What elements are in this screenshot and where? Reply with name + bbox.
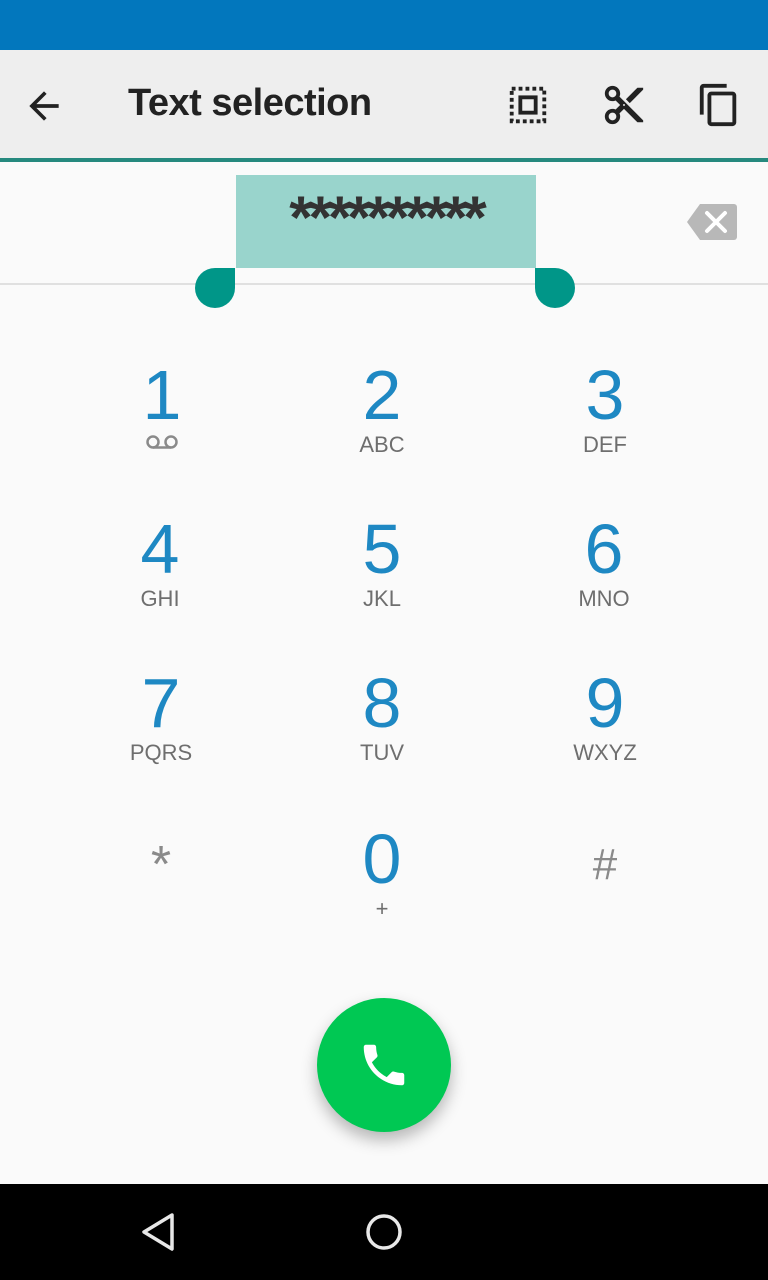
dialed-digits[interactable]: ********** <box>236 178 536 258</box>
navigation-bar <box>0 1184 768 1280</box>
dialpad-key-4[interactable]: 4 GHI <box>60 514 260 654</box>
nav-home-icon <box>366 1214 402 1250</box>
key-letters: MNO <box>578 586 630 611</box>
backspace-icon <box>687 204 737 240</box>
digits-field[interactable]: ********** <box>0 162 768 308</box>
arrow-back-icon <box>29 91 59 121</box>
selection-handle-start[interactable] <box>195 268 235 308</box>
select-all-icon <box>509 86 547 124</box>
dialpad-key-star[interactable]: * <box>61 824 261 964</box>
back-button[interactable] <box>22 84 66 128</box>
action-bar-title: Text selection <box>128 82 372 124</box>
call-button[interactable] <box>317 998 451 1132</box>
phone-icon <box>363 1044 405 1086</box>
key-digit: 0 <box>362 820 402 898</box>
dialpad-key-7[interactable]: 7 PQRS <box>61 668 261 808</box>
scissors-icon <box>604 85 644 125</box>
key-digit: 1 <box>142 356 182 434</box>
cut-button[interactable] <box>601 82 647 128</box>
dialpad-key-pound[interactable]: # <box>505 824 705 964</box>
key-letters: JKL <box>363 586 401 611</box>
key-letters: ABC <box>359 432 405 457</box>
key-letters: WXYZ <box>573 740 637 765</box>
key-letters: + <box>375 896 389 921</box>
dialpad-key-5[interactable]: 5 JKL <box>282 514 482 654</box>
key-symbol: # <box>592 840 618 889</box>
nav-home-button[interactable] <box>360 1208 408 1256</box>
key-digit: 3 <box>585 356 625 434</box>
status-bar <box>0 0 768 50</box>
dialpad-key-3[interactable]: 3 DEF <box>505 360 705 500</box>
key-digit: 7 <box>141 664 181 742</box>
selection-handle-end[interactable] <box>535 268 575 308</box>
copy-icon <box>699 83 737 127</box>
dialpad-key-2[interactable]: 2 ABC <box>282 360 482 500</box>
key-digit: 9 <box>585 664 625 742</box>
key-digit: 5 <box>362 510 402 588</box>
dialpad-key-9[interactable]: 9 WXYZ <box>505 668 705 808</box>
backspace-button[interactable] <box>686 202 738 242</box>
key-letters: GHI <box>140 586 180 611</box>
key-letters: PQRS <box>129 740 193 765</box>
key-digit: 6 <box>584 510 624 588</box>
dialpad-key-8[interactable]: 8 TUV <box>282 668 482 808</box>
text-selection-action-bar: Text selection <box>0 50 768 162</box>
copy-button[interactable] <box>696 82 742 128</box>
nav-back-icon <box>142 1213 174 1251</box>
dialpad-key-1[interactable]: 1 <box>62 360 262 500</box>
nav-back-button[interactable] <box>136 1208 184 1256</box>
key-digit: 8 <box>362 664 402 742</box>
voicemail-icon <box>146 435 178 449</box>
key-digit: 4 <box>140 510 180 588</box>
dialpad-key-6[interactable]: 6 MNO <box>504 514 704 654</box>
select-all-button[interactable] <box>505 82 551 128</box>
key-letters: TUV <box>360 740 404 765</box>
key-letters: DEF <box>583 432 627 457</box>
dialpad-key-0[interactable]: 0 + <box>282 824 482 964</box>
key-digit: 2 <box>362 356 402 434</box>
key-symbol: * <box>150 836 172 894</box>
